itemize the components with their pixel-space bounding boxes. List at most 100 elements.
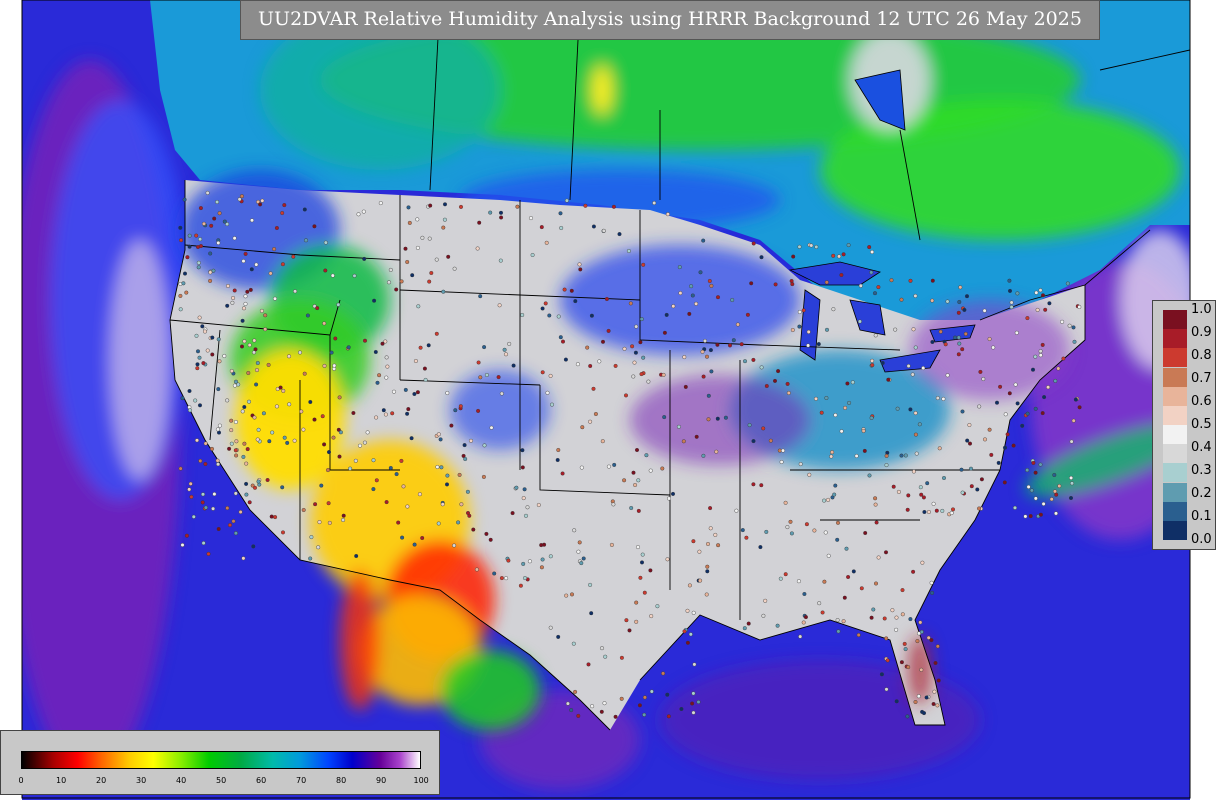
station-dot: [649, 689, 654, 694]
station-dot: [913, 700, 918, 705]
station-dot: [609, 542, 614, 547]
station-dot: [482, 443, 487, 448]
station-dot: [252, 338, 257, 343]
station-dot: [558, 211, 563, 216]
station-dot: [896, 489, 901, 494]
station-dot: [239, 344, 244, 349]
station-dot: [396, 520, 401, 525]
station-dot: [790, 328, 795, 333]
station-dot: [492, 571, 497, 576]
station-dot: [981, 377, 986, 382]
station-dot: [585, 345, 590, 350]
station-dot: [305, 313, 310, 318]
station-dot: [577, 540, 582, 545]
station-dot: [457, 472, 462, 477]
station-dot: [899, 297, 904, 302]
station-dot: [196, 265, 201, 270]
station-dot: [856, 633, 861, 638]
station-dot: [764, 384, 769, 389]
station-dot: [982, 308, 987, 313]
station-dot: [1003, 412, 1008, 417]
station-dot: [917, 422, 922, 427]
station-dot: [524, 513, 529, 518]
station-dot: [919, 492, 924, 497]
station-dot: [631, 374, 636, 379]
station-dot: [196, 260, 201, 265]
station-dot: [692, 662, 697, 667]
station-dot: [1033, 354, 1038, 359]
station-dot: [633, 483, 638, 488]
station-dot: [308, 556, 313, 561]
station-dot: [1029, 488, 1034, 493]
station-dot: [768, 438, 773, 443]
station-dot: [863, 531, 868, 536]
station-dot: [642, 695, 647, 700]
station-dot: [463, 457, 468, 462]
station-dot: [266, 362, 271, 367]
station-dot: [195, 349, 200, 354]
station-dot: [837, 254, 842, 259]
station-dot: [272, 247, 277, 252]
station-dot: [690, 701, 695, 706]
station-dot: [758, 545, 763, 550]
station-dot: [796, 579, 801, 584]
station-dot: [933, 661, 938, 666]
station-dot: [857, 319, 862, 324]
station-dot: [751, 482, 756, 487]
station-dot: [392, 389, 397, 394]
station-dot: [1069, 475, 1074, 480]
station-dot: [436, 432, 441, 437]
station-dot: [638, 340, 643, 345]
station-dot: [960, 409, 965, 414]
station-dot: [1025, 468, 1030, 473]
station-dot: [415, 390, 420, 395]
station-dot: [940, 508, 945, 513]
station-dot: [1052, 489, 1057, 494]
station-dot: [773, 282, 778, 287]
station-dot: [239, 194, 244, 199]
station-dot: [371, 487, 376, 492]
station-dot: [691, 610, 696, 615]
station-dot: [747, 423, 752, 428]
station-dot: [759, 365, 764, 370]
station-dot: [576, 713, 581, 718]
station-dot: [254, 262, 259, 267]
station-dot: [540, 306, 545, 311]
humidity-map: [21, 0, 1191, 800]
station-dot: [302, 371, 307, 376]
station-dot: [977, 404, 982, 409]
station-dot: [390, 411, 395, 416]
station-dot: [356, 212, 361, 217]
station-dot: [212, 492, 217, 497]
station-dot: [662, 415, 667, 420]
station-dot: [251, 350, 256, 355]
station-dot: [963, 331, 968, 336]
station-dot: [203, 462, 208, 467]
station-dot: [884, 636, 889, 641]
station-dot: [506, 558, 511, 563]
station-dot: [991, 345, 996, 350]
station-dot: [804, 522, 809, 527]
station-dot: [624, 618, 629, 623]
station-dot: [916, 694, 921, 699]
station-dot: [233, 448, 238, 453]
station-dot: [365, 430, 370, 435]
station-dot: [373, 350, 378, 355]
analysis-colorbar-gradient: [21, 751, 421, 769]
station-dot: [245, 289, 250, 294]
station-dot: [225, 506, 230, 511]
station-dot: [575, 362, 580, 367]
station-dot: [422, 366, 427, 371]
station-dot: [846, 575, 851, 580]
colorbar-tick-label: 0.1: [1191, 509, 1212, 524]
station-dot: [943, 342, 948, 347]
station-dot: [1002, 480, 1007, 485]
station-dot: [885, 658, 890, 663]
station-dot: [903, 453, 908, 458]
station-dot: [683, 384, 688, 389]
station-dot: [920, 560, 925, 565]
station-dot: [1009, 305, 1014, 310]
station-dot: [873, 496, 878, 501]
station-dot: [1007, 391, 1012, 396]
station-dot: [522, 487, 527, 492]
